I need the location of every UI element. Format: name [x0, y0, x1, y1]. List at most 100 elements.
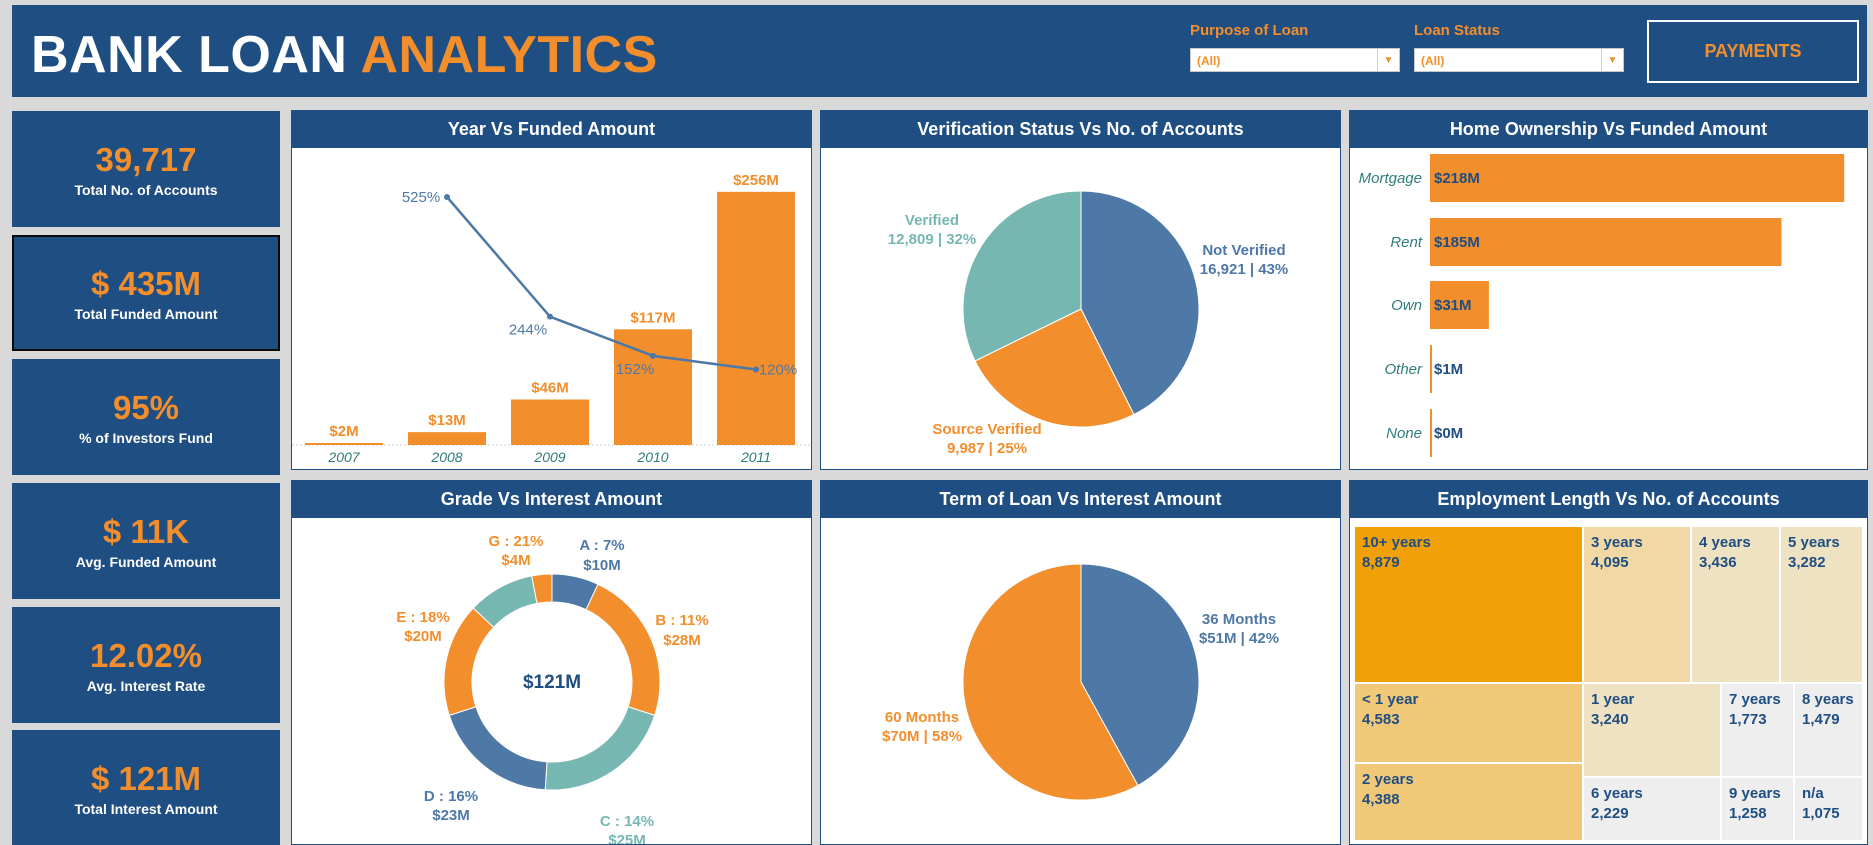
- treemap-cell: 2 years 4,388: [1354, 763, 1583, 841]
- treemap-cell-value: 4,388: [1362, 791, 1400, 808]
- bar-data-label: $117M: [630, 309, 675, 326]
- growth-point: [444, 194, 450, 200]
- treemap-cell: n/a 1,075: [1794, 777, 1863, 841]
- treemap-cell-label: 1 year: [1591, 691, 1635, 708]
- treemap-cell: < 1 year 4,583: [1354, 683, 1583, 763]
- treemap-cell-value: 1,479: [1802, 711, 1840, 728]
- panel-title: Year Vs Funded Amount: [292, 111, 811, 148]
- kpi-value: 12.02%: [90, 637, 202, 674]
- treemap-cell: 8 years 1,479: [1794, 683, 1863, 777]
- panel-employment: Employment Length Vs No. of Accounts 10+…: [1349, 480, 1868, 845]
- funded-bar: [408, 432, 486, 445]
- kpi-label: Avg. Funded Amount: [75, 554, 217, 570]
- panel-grade: Grade Vs Interest Amount $121M A : 7% $10M…: [291, 480, 812, 845]
- purpose-filter-value: (All): [1197, 54, 1221, 68]
- chevron-down-icon[interactable]: ▼: [1601, 49, 1623, 71]
- slice-label: 36 Months: [1202, 611, 1276, 628]
- payments-button[interactable]: PAYMENTS: [1647, 20, 1859, 83]
- slice-value-label: $28M: [663, 632, 701, 649]
- kpi-avg-funded: $ 11K Avg. Funded Amount: [12, 483, 280, 599]
- treemap-cell-value: 4,095: [1591, 554, 1629, 571]
- x-tick-label: 2009: [533, 449, 565, 465]
- slice-label: Source Verified: [932, 421, 1041, 438]
- panel-title: Grade Vs Interest Amount: [292, 481, 811, 518]
- treemap-cell-label: 7 years: [1729, 691, 1781, 708]
- slice-label: B : 11%: [655, 612, 708, 629]
- loan-status-filter[interactable]: Loan Status (All) ▼: [1414, 22, 1624, 72]
- growth-label: 525%: [402, 189, 440, 206]
- grade-donut-chart: $121M A : 7% $10M B : 11% $28M C : 14% $25M D :…: [396, 533, 708, 844]
- slice-label: A : 7%: [579, 537, 624, 554]
- y-tick-label: Other: [1384, 361, 1423, 378]
- bar-data-label: $256M: [733, 172, 779, 189]
- slice-label: 60 Months: [885, 709, 959, 726]
- funded-bar: [717, 191, 795, 445]
- verification-pie-chart: Not Verified 16,921 | 43% Source Verified 9…: [888, 190, 1288, 457]
- kpi-value: 39,717: [95, 141, 197, 178]
- purpose-filter-select[interactable]: (All) ▼: [1190, 48, 1400, 72]
- slice-value-label: $23M: [432, 807, 470, 824]
- dashboard-title: BANK LOAN ANALYTICS: [31, 25, 658, 85]
- growth-point: [650, 352, 656, 359]
- treemap-cell-label: 10+ years: [1362, 534, 1431, 551]
- growth-line: [446, 196, 757, 371]
- bar-data-label: $31M: [1434, 297, 1472, 314]
- treemap-cell-value: 2,229: [1591, 805, 1629, 822]
- funded-bar: [305, 443, 383, 445]
- bar-data-label: $218M: [1434, 170, 1480, 187]
- slice-label: C : 14%: [600, 813, 654, 830]
- treemap-cell-value: 1,258: [1729, 805, 1767, 822]
- kpi-total-accounts: 39,717 Total No. of Accounts: [12, 111, 280, 227]
- ownership-bar: [1430, 218, 1782, 266]
- treemap-cell-label: 3 years: [1591, 534, 1643, 551]
- treemap-cell: 7 years 1,773: [1721, 683, 1794, 777]
- panel-title: Verification Status Vs No. of Accounts: [821, 111, 1340, 148]
- treemap-cell: 6 years 2,229: [1583, 777, 1721, 841]
- pie-slice: [443, 607, 495, 717]
- treemap-cell-label: 5 years: [1788, 534, 1840, 551]
- funded-bar: [511, 399, 589, 445]
- y-tick-label: Own: [1391, 297, 1422, 314]
- kpi-label: Avg. Interest Rate: [86, 678, 206, 694]
- growth-label: 152%: [616, 361, 654, 378]
- treemap-cell-label: 8 years: [1802, 691, 1854, 708]
- y-tick-label: Mortgage: [1359, 170, 1422, 187]
- treemap-cell: 3 years 4,095: [1583, 526, 1691, 683]
- chevron-down-icon[interactable]: ▼: [1377, 49, 1399, 71]
- slice-label: G : 21%: [488, 533, 543, 550]
- slice-value-label: $20M: [404, 628, 442, 645]
- slice-value-label: $70M | 58%: [882, 728, 962, 745]
- treemap-cell-value: 3,282: [1788, 554, 1826, 571]
- term-pie-chart: 36 Months $51M | 42% 60 Months $70M | 58%: [882, 563, 1279, 801]
- treemap-cell: 1 year 3,240: [1583, 683, 1721, 777]
- x-tick-label: 2007: [327, 449, 360, 465]
- slice-value-label: $10M: [583, 557, 621, 574]
- slice-label: E : 18%: [396, 609, 449, 626]
- x-tick-label: 2010: [636, 449, 668, 465]
- panel-term: Term of Loan Vs Interest Amount 36 Month…: [820, 480, 1341, 845]
- treemap-cell-label: 6 years: [1591, 785, 1643, 802]
- title-main: BANK LOAN: [31, 26, 361, 84]
- growth-point: [547, 313, 553, 320]
- treemap-cell-label: n/a: [1802, 785, 1824, 802]
- ownership-bar: [1430, 345, 1432, 393]
- purpose-filter[interactable]: Purpose of Loan (All) ▼: [1190, 22, 1400, 72]
- treemap-cell-label: 2 years: [1362, 771, 1414, 788]
- bar-data-label: $13M: [428, 412, 466, 429]
- kpi-value: $ 121M: [90, 760, 202, 797]
- treemap-cell-value: 3,240: [1591, 711, 1629, 728]
- growth-label: 120%: [759, 361, 797, 378]
- slice-value-label: $4M: [501, 552, 530, 569]
- slice-label: Verified: [905, 212, 959, 229]
- kpi-total-interest: $ 121M Total Interest Amount: [12, 730, 280, 845]
- pie-slice: [448, 706, 548, 791]
- kpi-label: Total No. of Accounts: [74, 182, 218, 198]
- kpi-avg-interest-rate: 12.02% Avg. Interest Rate: [12, 607, 280, 723]
- loan-status-filter-select[interactable]: (All) ▼: [1414, 48, 1624, 72]
- panel-title: Home Ownership Vs Funded Amount: [1350, 111, 1867, 148]
- kpi-label: % of Investors Fund: [79, 430, 213, 446]
- pie-slice: [585, 583, 661, 717]
- treemap-cell-value: 8,879: [1362, 554, 1400, 571]
- panel-home-ownership: Home Ownership Vs Funded Amount Mortgage…: [1349, 110, 1868, 470]
- x-tick-label: 2011: [740, 449, 771, 465]
